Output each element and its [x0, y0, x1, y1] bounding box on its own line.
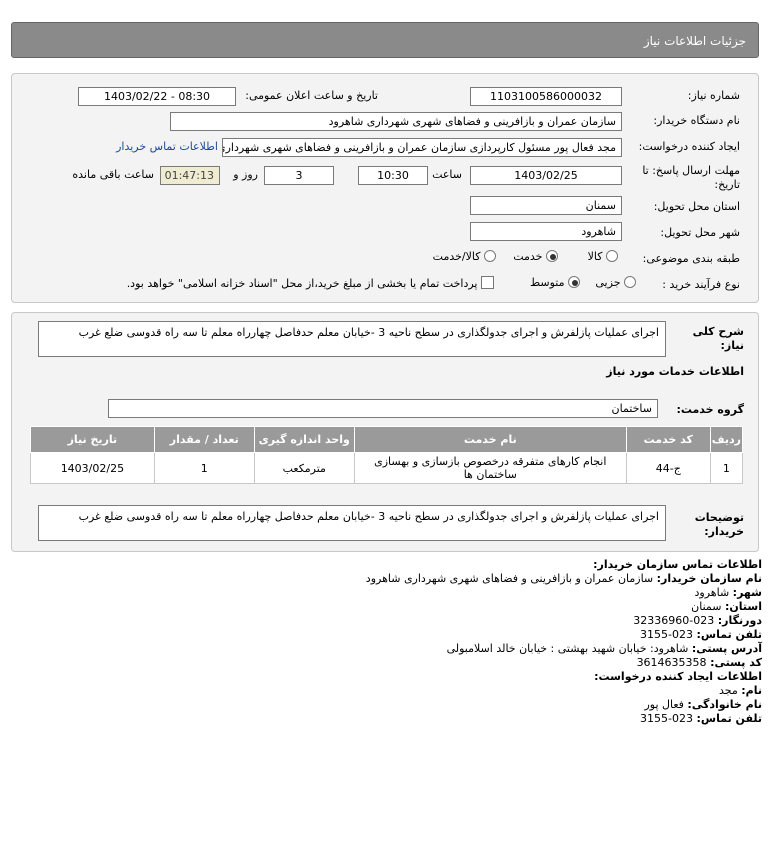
contact-fax: دورنگار: 023-32336960 — [633, 614, 762, 627]
contact-org: نام سازمان خریدار: سازمان عمران و بازافر… — [365, 572, 762, 585]
contact-postal: کد پستی: 3614635358 — [636, 656, 762, 669]
province-field[interactable]: سمنان — [470, 196, 622, 215]
contact-province: استان: سمنان — [691, 600, 762, 613]
services-heading: اطلاعات خدمات مورد نیاز — [606, 365, 744, 378]
deadline-label: مهلت ارسال پاسخ: تا — [642, 164, 740, 177]
buyer-notes-text: اجرای عملیات پازلفرش و اجرای جدولگذاری د… — [38, 505, 666, 541]
col-unit: واحد اندازه گیری — [253, 426, 355, 453]
city-field[interactable]: شاهرود — [470, 222, 622, 241]
creator-heading: اطلاعات ایجاد کننده درخواست: — [594, 670, 762, 683]
col-name: نام خدمت — [353, 426, 627, 453]
remaining-label: ساعت باقی مانده — [72, 168, 154, 181]
goods-radio-label: کالا — [587, 250, 603, 263]
cell-qty: 1 — [153, 452, 255, 484]
contact-section: اطلاعات تماس سازمان خریدار: نام سازمان خ… — [0, 556, 770, 736]
city-label: شهر محل تحویل: — [660, 226, 740, 239]
need-info-panel: شماره نیاز: 1103100586000032 تاریخ و ساع… — [11, 73, 759, 303]
summary-label: شرح کلی — [692, 325, 744, 338]
creator-phone: تلفن تماس: 023-3155 — [640, 712, 762, 725]
category-option-service[interactable]: خدمت — [513, 250, 558, 263]
cell-unit: مترمکعب — [253, 452, 355, 484]
goods-service-radio-label: کالا/خدمت — [432, 250, 481, 263]
service-radio-label: خدمت — [513, 250, 543, 263]
minor-radio[interactable] — [624, 276, 636, 288]
medium-radio[interactable] — [568, 276, 580, 288]
creator-label: ایجاد کننده درخواست: — [638, 140, 740, 153]
deadline-time-field[interactable]: 10:30 — [358, 166, 428, 185]
medium-radio-label: متوسط — [529, 276, 565, 289]
col-row: ردیف — [709, 426, 744, 453]
contact-city: شهر: شاهرود — [694, 586, 762, 599]
minor-radio-label: جزیی — [595, 276, 621, 289]
category-option-goods-service[interactable]: کالا/خدمت — [433, 250, 496, 263]
col-date: تاریخ نیاز — [30, 426, 155, 453]
creator-field[interactable]: مجد فعال پور مسئول کارپردازی سازمان عمرا… — [222, 138, 622, 157]
contact-address: آدرس پستی: شاهرود: خیابان شهید بهشتی : خ… — [446, 642, 762, 655]
remaining-time-field: 01:47:13 — [160, 166, 220, 185]
goods-service-radio[interactable] — [484, 250, 496, 262]
summary-label-2: نیاز: — [720, 339, 744, 352]
process-option-minor[interactable]: جزیی — [595, 276, 636, 289]
payment-option[interactable]: پرداخت تمام یا بخشی از مبلغ خرید،از محل … — [127, 276, 494, 290]
services-table: ردیف کد خدمت نام خدمت واحد اندازه گیری ت… — [30, 426, 744, 484]
buyer-org-label: نام دستگاه خریدار: — [653, 114, 740, 127]
goods-radio[interactable] — [606, 250, 618, 262]
page-title-bar: جزئیات اطلاعات نیاز — [11, 22, 759, 58]
need-number-label: شماره نیاز: — [687, 89, 740, 102]
creator-name: نام: مجد — [718, 684, 762, 697]
payment-note: پرداخت تمام یا بخشی از مبلغ خرید،از محل … — [126, 277, 478, 290]
cell-date: 1403/02/25 — [30, 452, 155, 484]
col-code: کد خدمت — [625, 426, 711, 453]
creator-family: نام خانوادگی: فعال پور — [644, 698, 762, 711]
contact-heading: اطلاعات تماس سازمان خریدار: — [593, 558, 762, 571]
cell-row: 1 — [709, 452, 744, 484]
days-label: روز و — [233, 168, 258, 181]
service-group-label: گروه خدمت: — [676, 403, 744, 416]
col-qty: تعداد / مقدار — [153, 426, 255, 453]
summary-text: اجرای عملیات پازلفرش و اجرای جدولگذاری د… — [38, 321, 666, 357]
announce-label: تاریخ و ساعت اعلان عمومی: — [245, 89, 378, 102]
province-label: استان محل تحویل: — [653, 200, 740, 213]
need-number-field[interactable]: 1103100586000032 — [470, 87, 622, 106]
process-option-medium[interactable]: متوسط — [530, 276, 580, 289]
buyer-org-field[interactable]: سازمان عمران و بازافرینی و فضاهای شهری ش… — [170, 112, 622, 131]
process-label: نوع فرآیند خرید : — [662, 278, 740, 291]
cell-name: انجام کارهای متفرقه درخصوص بازسازی و بهس… — [353, 452, 627, 484]
contact-phone: تلفن تماس: 023-3155 — [640, 628, 762, 641]
page-title: جزئیات اطلاعات نیاز — [643, 34, 746, 48]
time-label: ساعت — [432, 168, 462, 181]
buyer-contact-link[interactable]: اطلاعات تماس خریدار — [116, 140, 218, 153]
category-option-goods[interactable]: کالا — [588, 250, 618, 263]
cell-code: ج-44 — [625, 452, 711, 484]
category-label: طبقه بندی موضوعی: — [642, 252, 740, 265]
deadline-label-2: تاریخ: — [714, 178, 740, 191]
service-radio[interactable] — [546, 250, 558, 262]
payment-checkbox[interactable] — [481, 276, 494, 289]
table-header-row: ردیف کد خدمت نام خدمت واحد اندازه گیری ت… — [30, 426, 744, 453]
days-field[interactable]: 3 — [264, 166, 334, 185]
service-group-field[interactable]: ساختمان — [108, 399, 658, 418]
buyer-notes-label: توضیحات — [694, 511, 744, 524]
table-row: 1 ج-44 انجام کارهای متفرقه درخصوص بازساز… — [30, 452, 744, 484]
announce-field[interactable]: 1403/02/22 - 08:30 — [78, 87, 236, 106]
buyer-notes-label-2: خریدار: — [704, 525, 744, 538]
need-details-panel: شرح کلی نیاز: اجرای عملیات پازلفرش و اجر… — [11, 312, 759, 552]
deadline-date-field[interactable]: 1403/02/25 — [470, 166, 622, 185]
